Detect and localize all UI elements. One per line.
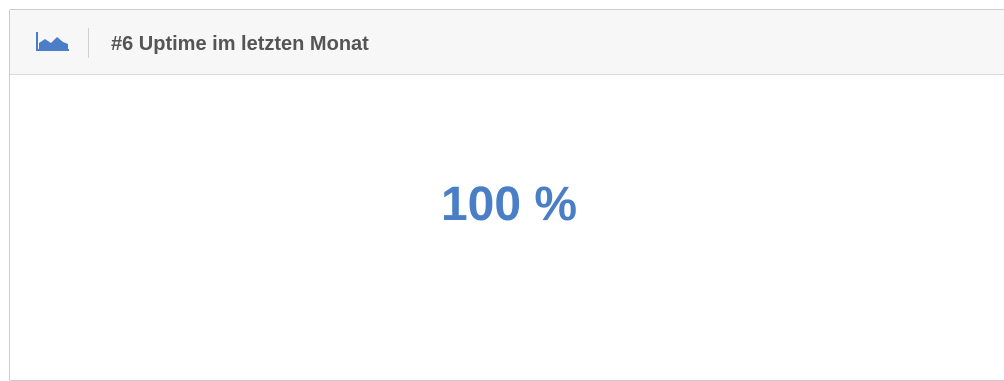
uptime-widget: #6 Uptime im letzten Monat 100 % — [9, 9, 1004, 381]
area-chart-icon — [36, 31, 70, 51]
uptime-value: 100 % — [440, 178, 578, 231]
widget-title: #6 Uptime im letzten Monat — [111, 33, 369, 55]
widget-body: 100 % — [10, 75, 1004, 375]
header-divider — [88, 28, 89, 58]
widget-header: #6 Uptime im letzten Monat — [10, 10, 1004, 75]
